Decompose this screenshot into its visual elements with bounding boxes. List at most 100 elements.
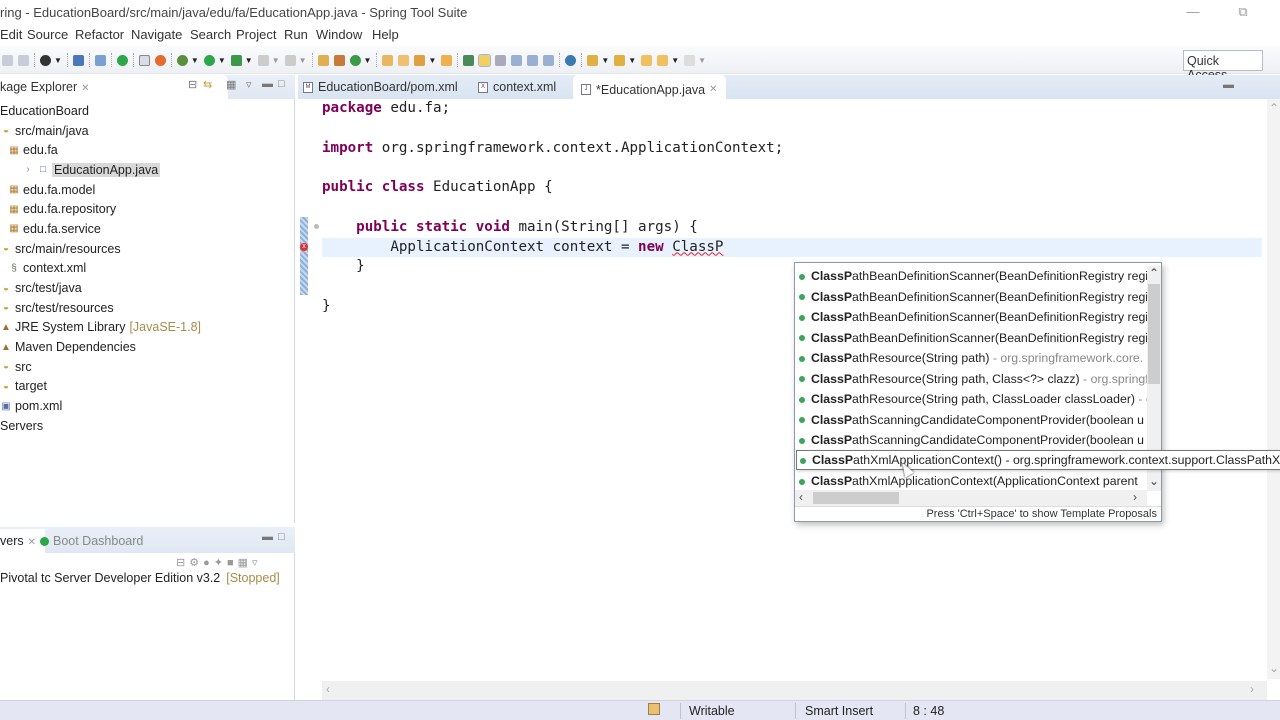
minimize-icon[interactable]: —	[1183, 4, 1203, 20]
menu-navigate[interactable]: Navigate	[131, 27, 182, 42]
proposal-item[interactable]: ClassPathBeanDefinitionScanner(BeanDefin…	[795, 266, 1147, 287]
proposal-item[interactable]: ClassPathScanningCandidateComponentProvi…	[795, 410, 1147, 431]
open-task-icon[interactable]	[441, 54, 453, 66]
save-all-icon[interactable]	[18, 54, 29, 66]
paragraph-icon[interactable]	[543, 54, 555, 66]
tree-item[interactable]: ▣ pom.xml	[0, 396, 295, 416]
last-edit-icon[interactable]	[641, 54, 653, 66]
tree-item[interactable]: ◒ src/main/java	[0, 121, 295, 141]
globe-icon[interactable]	[565, 54, 577, 66]
editor-horizontal-scrollbar[interactable]: ‹ ›	[322, 681, 1267, 700]
proposal-item[interactable]: ClassPathResource(String path) - org.spr…	[795, 348, 1147, 369]
chevron-down-icon[interactable]: ▼	[601, 56, 609, 65]
code-line[interactable]	[322, 198, 1262, 218]
proposal-item[interactable]: ClassPathScanningCandidateComponentProvi…	[795, 430, 1147, 451]
chevron-right-icon[interactable]: ›	[22, 164, 34, 175]
start-server-icon[interactable]: ●	[203, 557, 214, 569]
chevron-down-icon[interactable]: ▼	[428, 56, 436, 65]
open-file-icon[interactable]	[398, 54, 410, 66]
collapse-all-icon[interactable]: ⊟	[188, 78, 197, 91]
pin-icon[interactable]	[94, 54, 106, 66]
debug-server-icon[interactable]: ⚙	[189, 557, 203, 569]
menu-window[interactable]: Window	[316, 27, 362, 42]
tab-pom-xml[interactable]: M EducationBoard/pom.xml	[303, 80, 458, 94]
menu-help[interactable]: Help	[372, 27, 399, 42]
console-icon[interactable]	[72, 54, 84, 66]
spring-boot-icon[interactable]	[116, 54, 128, 66]
block-select-icon[interactable]	[495, 54, 507, 66]
proposal-item[interactable]: ClassPathBeanDefinitionScanner(BeanDefin…	[795, 307, 1147, 328]
code-line[interactable]: package edu.fa;	[322, 99, 1262, 119]
link-with-editor-icon[interactable]: ⇆	[203, 78, 212, 91]
tree-item[interactable]: ◒ src/test/resources	[0, 298, 295, 318]
back-icon[interactable]	[657, 54, 669, 66]
scroll-up-icon[interactable]: ⌃	[1269, 101, 1279, 115]
scroll-up-icon[interactable]: ⌃	[1149, 266, 1159, 280]
publish-icon[interactable]: ▦	[238, 557, 252, 569]
new-package-icon[interactable]	[333, 54, 345, 66]
tree-item[interactable]: ◒ src	[0, 357, 295, 377]
scroll-right-icon[interactable]: ›	[1250, 682, 1254, 696]
chevron-down-icon[interactable]: ▼	[218, 56, 226, 65]
code-line[interactable]: public class EducationApp {	[322, 178, 1262, 198]
task-icon[interactable]	[648, 703, 660, 715]
proposal-horizontal-scrollbar[interactable]: ‹ ›	[795, 490, 1147, 506]
editor-vertical-scrollbar[interactable]: ⌃ ⌄	[1267, 99, 1280, 679]
server-item[interactable]: Pivotal tc Server Developer Edition v3.2…	[0, 571, 280, 585]
profile-icon[interactable]	[40, 54, 51, 66]
forward-icon[interactable]	[684, 54, 696, 66]
tree-item[interactable]: ▦ edu.fa	[0, 140, 295, 160]
collapse-icon[interactable]: ⊟	[176, 557, 189, 569]
chevron-down-icon[interactable]: ▼	[628, 56, 636, 65]
menu-source[interactable]: Source	[27, 27, 68, 42]
menu-run[interactable]: Run	[284, 27, 308, 42]
tab-servers[interactable]: vers ✕	[0, 529, 45, 553]
chevron-down-icon[interactable]: ▼	[671, 56, 679, 65]
code-line[interactable]	[322, 119, 1262, 139]
code-line[interactable]: ApplicationContext context = new ClassP	[322, 237, 1262, 258]
menu-search[interactable]: Search	[190, 27, 231, 42]
new-class-icon[interactable]	[349, 54, 361, 66]
minimize-icon[interactable]: ▬	[262, 531, 273, 543]
tree-item[interactable]: › □ EducationApp.java	[0, 160, 295, 180]
scroll-left-icon[interactable]: ‹	[799, 490, 803, 504]
fold-icon[interactable]	[314, 224, 319, 229]
error-icon[interactable]: x	[300, 243, 308, 251]
next-annotation-icon[interactable]	[587, 54, 599, 66]
scroll-down-icon[interactable]: ⌄	[1269, 661, 1279, 675]
stop-server-icon[interactable]: ■	[227, 557, 238, 569]
proposal-item[interactable]: ClassPathBeanDefinitionScanner(BeanDefin…	[795, 287, 1147, 308]
menu-refactor[interactable]: Refactor	[75, 27, 124, 42]
proposal-item[interactable]: ClassPathResource(String path, ClassLoad…	[795, 389, 1147, 410]
quick-access-input[interactable]: Quick Access	[1183, 50, 1263, 82]
close-icon[interactable]: ✕	[28, 537, 36, 548]
tree-item[interactable]: ◒ src/test/java	[0, 278, 295, 298]
chevron-down-icon[interactable]: ▼	[245, 56, 253, 65]
relaunch-icon[interactable]	[284, 54, 296, 66]
scrollbar-thumb[interactable]	[813, 492, 899, 504]
chevron-down-icon[interactable]: ▼	[191, 56, 199, 65]
scrollbar-thumb[interactable]	[1148, 284, 1160, 384]
wand-icon[interactable]	[414, 54, 426, 66]
proposal-item[interactable]: ClassPathBeanDefinitionScanner(BeanDefin…	[795, 328, 1147, 349]
open-type-icon[interactable]	[138, 54, 150, 66]
external-tools-icon[interactable]	[230, 54, 242, 66]
filter-icon[interactable]: ▦	[226, 78, 236, 91]
selected-proposal[interactable]: ClassPathXmlApplicationContext() - org.s…	[796, 450, 1280, 470]
tab-boot-dashboard[interactable]: Boot Dashboard	[40, 534, 143, 548]
maximize-icon[interactable]: □	[278, 531, 285, 543]
tree-item[interactable]: ◒ src/main/resources	[0, 239, 295, 259]
show-whitespace-icon[interactable]	[527, 54, 539, 66]
view-menu-icon[interactable]: ▿	[246, 78, 252, 91]
tab-context-xml[interactable]: Xcontext.xml	[478, 80, 556, 94]
new-java-project-icon[interactable]	[317, 54, 329, 66]
chevron-down-icon[interactable]: ▼	[272, 56, 280, 65]
menu-edit[interactable]: Edit	[0, 27, 22, 42]
mark-occurrences-icon[interactable]	[478, 53, 492, 67]
code-line[interactable]: import org.springframework.context.Appli…	[322, 139, 1262, 159]
run-icon[interactable]	[203, 54, 215, 66]
proposal-item[interactable]: ClassPathResource(String path, Class<?> …	[795, 369, 1147, 390]
tree-item[interactable]: EducationBoard	[0, 101, 295, 121]
menu-project[interactable]: Project	[236, 27, 276, 42]
tree-item[interactable]: ▦ edu.fa.repository	[0, 199, 295, 219]
